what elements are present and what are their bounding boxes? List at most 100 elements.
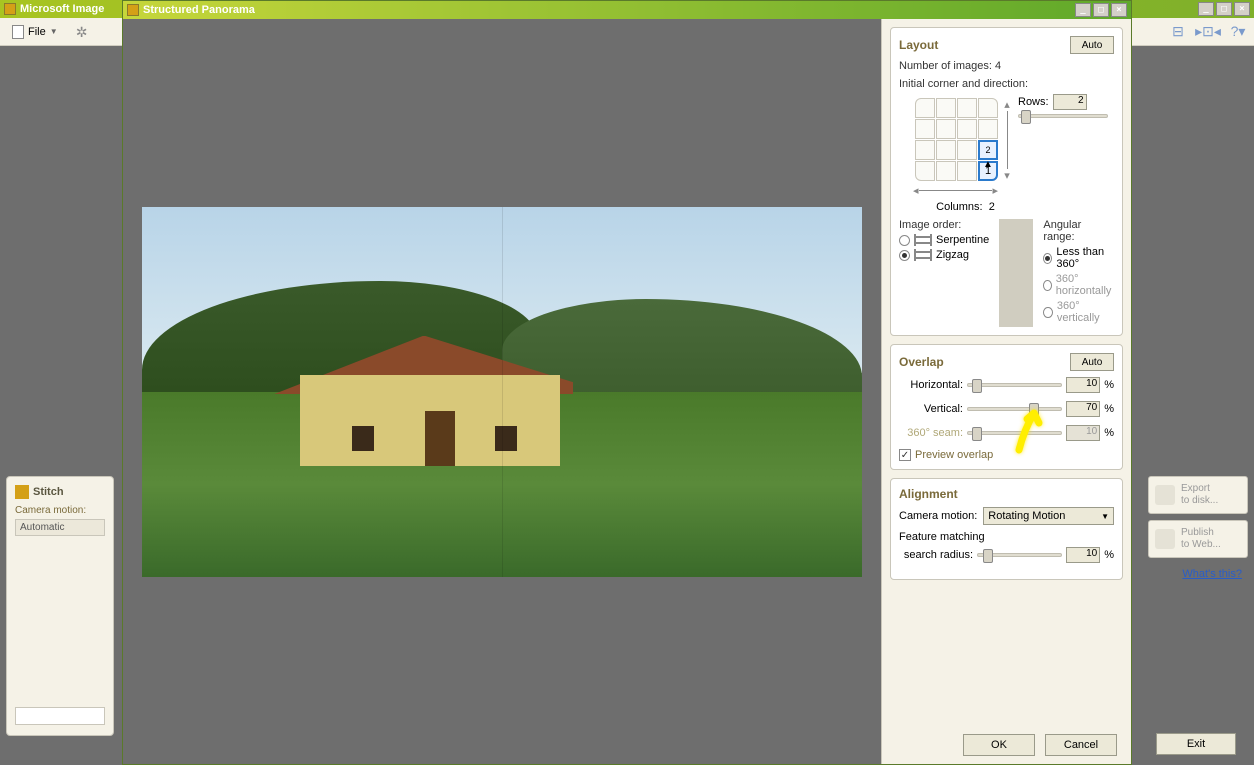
dialog-close-button[interactable]: ×	[1111, 3, 1127, 17]
grid-cell[interactable]	[978, 98, 998, 118]
grid-cell[interactable]	[936, 161, 956, 181]
alignment-panel: Alignment Camera motion: Rotating Motion…	[890, 478, 1123, 580]
parent-title-text: Microsoft Image	[20, 3, 104, 15]
rows-value[interactable]: 2	[1053, 94, 1087, 110]
dialog-title-text: Structured Panorama	[143, 4, 255, 16]
horizontal-slider[interactable]	[967, 383, 1062, 387]
vertical-arrow-icon: ▴▾	[1002, 98, 1012, 182]
camera-icon[interactable]: ▸⊡◂	[1198, 22, 1218, 42]
stitch-input[interactable]	[15, 707, 105, 725]
sidebar: Layout Auto Number of images: 4 Initial …	[881, 19, 1131, 764]
help-icon[interactable]: ?▾	[1228, 22, 1248, 42]
publish-label: Publish to Web...	[1181, 527, 1221, 551]
search-radius-thumb[interactable]	[983, 549, 993, 563]
pct-label: %	[1104, 549, 1114, 561]
align-icon[interactable]: ⊟	[1168, 22, 1188, 42]
dropdown-icon: ▼	[1101, 512, 1109, 521]
grid-cell[interactable]	[957, 98, 977, 118]
dialog-footer: OK Cancel	[963, 734, 1117, 756]
grid-cell[interactable]	[915, 98, 935, 118]
grid-cell[interactable]	[915, 119, 935, 139]
publish-button[interactable]: Publish to Web...	[1148, 520, 1248, 558]
horizontal-slider-thumb[interactable]	[972, 379, 982, 393]
camera-motion-combo[interactable]: Rotating Motion ▼	[983, 507, 1114, 525]
export-label: Export to disk...	[1181, 483, 1218, 507]
dialog-content: Layout Auto Number of images: 4 Initial …	[123, 19, 1131, 764]
parent-window-buttons: _ □ ×	[1196, 2, 1250, 16]
zigzag-label: Zigzag	[936, 249, 969, 261]
rows-slider-thumb[interactable]	[1021, 110, 1031, 124]
grid-cell[interactable]	[978, 119, 998, 139]
dialog-icon	[127, 4, 139, 16]
search-radius-value[interactable]: 10	[1066, 547, 1100, 563]
vertical-value[interactable]: 70	[1066, 401, 1100, 417]
pct-label: %	[1104, 379, 1114, 391]
rows-slider[interactable]	[1018, 114, 1108, 118]
seam-slider[interactable]	[967, 431, 1062, 435]
dialog-minimize-button[interactable]: _	[1075, 3, 1091, 17]
stitch-panel: Stitch Camera motion: Automatic	[6, 476, 114, 736]
grid-cell[interactable]	[915, 161, 935, 181]
grid-cell-2[interactable]: 2	[978, 140, 998, 160]
pct-label: %	[1104, 403, 1114, 415]
grid-cell[interactable]	[936, 140, 956, 160]
zigzag-radio[interactable]	[899, 250, 910, 261]
v360-label: 360° vertically	[1057, 300, 1114, 324]
h360-radio[interactable]	[1043, 280, 1051, 291]
grid-cell[interactable]	[957, 161, 977, 181]
camera-motion-combo[interactable]: Automatic	[15, 519, 105, 536]
minimize-button[interactable]: _	[1198, 2, 1214, 16]
gear-icon[interactable]: ✲	[74, 24, 90, 40]
preview-overlap-checkbox[interactable]	[899, 449, 911, 461]
grid-cell[interactable]	[957, 119, 977, 139]
alignment-camera-motion-label: Camera motion:	[899, 510, 977, 522]
dialog-maximize-button[interactable]: □	[1093, 3, 1109, 17]
seam-label: 360° seam:	[899, 427, 963, 439]
layout-title: Layout	[899, 38, 938, 52]
preview-canvas	[123, 19, 881, 764]
cancel-button[interactable]: Cancel	[1045, 734, 1117, 756]
structured-panorama-dialog: Structured Panorama _ □ × Layout Auto Nu…	[122, 0, 1132, 765]
less360-label: Less than 360°	[1056, 246, 1114, 270]
seam-slider-thumb[interactable]	[972, 427, 982, 441]
vertical-slider[interactable]	[967, 407, 1062, 411]
grid-cell[interactable]	[936, 119, 956, 139]
panorama-preview	[142, 207, 862, 577]
stitch-icon	[15, 485, 29, 499]
dialog-window-buttons: _ □ ×	[1073, 3, 1127, 17]
file-menu-button[interactable]: File ▼	[6, 23, 64, 41]
right-column: Export to disk... Publish to Web... What…	[1148, 476, 1248, 584]
grid-cell[interactable]	[915, 140, 935, 160]
initial-corner-label: Initial corner and direction:	[899, 78, 1114, 90]
horizontal-value[interactable]: 10	[1066, 377, 1100, 393]
dropdown-icon: ▼	[50, 27, 58, 36]
ok-button[interactable]: OK	[963, 734, 1035, 756]
vertical-slider-thumb[interactable]	[1029, 403, 1039, 417]
search-radius-label: search radius:	[899, 549, 973, 561]
document-icon	[12, 25, 24, 39]
close-button[interactable]: ×	[1234, 2, 1250, 16]
serpentine-label: Serpentine	[936, 234, 989, 246]
horizontal-arrow-icon: ◂▸	[913, 184, 998, 197]
grid-cell-1[interactable]: 1▲	[978, 161, 998, 181]
export-button[interactable]: Export to disk...	[1148, 476, 1248, 514]
maximize-button[interactable]: □	[1216, 2, 1232, 16]
alignment-title: Alignment	[899, 487, 958, 501]
whats-this-link[interactable]: What's this?	[1148, 564, 1248, 584]
serpentine-radio[interactable]	[899, 235, 910, 246]
file-label: File	[28, 26, 46, 38]
overlap-auto-button[interactable]: Auto	[1070, 353, 1114, 371]
grid-cell[interactable]	[957, 140, 977, 160]
v360-radio[interactable]	[1043, 307, 1053, 318]
layout-auto-button[interactable]: Auto	[1070, 36, 1114, 54]
camera-motion-label: Camera motion:	[15, 505, 105, 516]
corner-grid: 2 1▲	[915, 98, 998, 181]
search-radius-slider[interactable]	[977, 553, 1062, 557]
columns-label: Columns: 2	[919, 201, 1012, 213]
num-images-label: Number of images: 4	[899, 60, 1114, 72]
less360-radio[interactable]	[1043, 253, 1052, 264]
grid-cell[interactable]	[936, 98, 956, 118]
export-icon	[1155, 485, 1175, 505]
exit-button[interactable]: Exit	[1156, 733, 1236, 755]
publish-icon	[1155, 529, 1175, 549]
